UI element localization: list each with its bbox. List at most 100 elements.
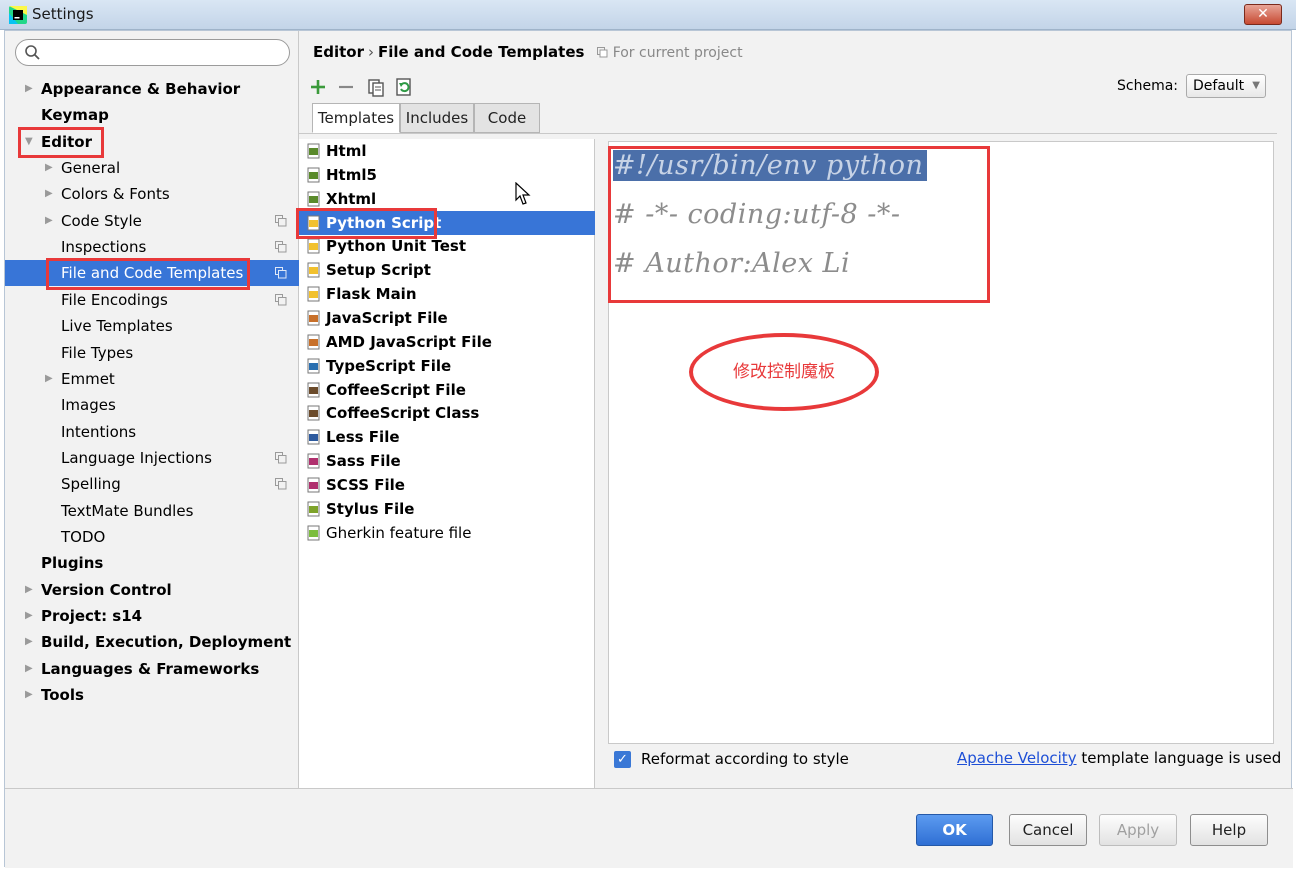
chevron-right-icon[interactable]: ▶ bbox=[25, 682, 33, 708]
tab-includes[interactable]: Includes bbox=[400, 103, 474, 133]
template-item-label: Gherkin feature file bbox=[326, 523, 472, 542]
window-close-button[interactable]: ✕ bbox=[1244, 4, 1282, 25]
sidebar-item-label: File Encodings bbox=[61, 290, 168, 309]
sidebar-item-label: Languages & Frameworks bbox=[41, 659, 260, 678]
velocity-note: Apache Velocity template language is use… bbox=[957, 749, 1281, 767]
sidebar-item-plugins[interactable]: Plugins bbox=[5, 550, 299, 576]
sidebar-item-appearance-behavior[interactable]: ▶ Appearance & Behavior bbox=[5, 76, 299, 102]
sidebar-item-code-style[interactable]: ▶ Code Style bbox=[5, 208, 299, 234]
apply-button[interactable]: Apply bbox=[1099, 814, 1177, 846]
sidebar-item-language-injections[interactable]: Language Injections bbox=[5, 445, 299, 471]
xhtml-icon bbox=[307, 191, 320, 207]
schema-select[interactable]: Default ▼ bbox=[1186, 74, 1266, 98]
help-button[interactable]: Help bbox=[1190, 814, 1268, 846]
copy-template-icon[interactable] bbox=[365, 75, 387, 99]
sidebar-item-languages-frameworks[interactable]: ▶ Languages & Frameworks bbox=[5, 656, 299, 682]
chevron-right-icon[interactable]: ▶ bbox=[25, 656, 33, 682]
reformat-label: Reformat according to style bbox=[641, 750, 849, 768]
chevron-right-icon[interactable]: ▶ bbox=[25, 629, 33, 655]
python-icon bbox=[307, 238, 320, 254]
chevron-right-icon[interactable]: ▶ bbox=[45, 366, 53, 392]
sidebar-item-label: Keymap bbox=[41, 106, 109, 125]
sidebar-item-project-s14[interactable]: ▶ Project: s14 bbox=[5, 603, 299, 629]
annotation-box-editor bbox=[18, 127, 104, 158]
template-item-setup-script[interactable]: Setup Script bbox=[299, 258, 595, 282]
annotation-box-file-templates bbox=[46, 258, 250, 290]
pycharm-icon bbox=[9, 6, 27, 24]
chevron-right-icon[interactable]: ▶ bbox=[25, 603, 33, 629]
template-item-label: SCSS File bbox=[326, 475, 405, 494]
sidebar-item-colors-fonts[interactable]: ▶ Colors & Fonts bbox=[5, 181, 299, 207]
mouse-cursor-icon bbox=[515, 182, 531, 205]
sidebar-item-todo[interactable]: TODO bbox=[5, 524, 299, 550]
template-item-coffeescript-file[interactable]: CoffeeScript File bbox=[299, 378, 595, 402]
reformat-checkbox[interactable]: ✓ bbox=[614, 751, 631, 768]
cancel-button[interactable]: Cancel bbox=[1009, 814, 1087, 846]
sidebar-item-emmet[interactable]: ▶ Emmet bbox=[5, 366, 299, 392]
sidebar-item-images[interactable]: Images bbox=[5, 392, 299, 418]
sidebar-item-tools[interactable]: ▶ Tools bbox=[5, 682, 299, 708]
sidebar-item-inspections[interactable]: Inspections bbox=[5, 234, 299, 260]
chevron-right-icon[interactable]: ▶ bbox=[45, 181, 53, 207]
template-item-javascript-file[interactable]: JavaScript File bbox=[299, 306, 595, 330]
project-scope-icon bbox=[275, 451, 287, 464]
breadcrumb-separator: › bbox=[368, 43, 374, 61]
sidebar-item-label: Appearance & Behavior bbox=[41, 80, 241, 98]
sidebar-item-file-types[interactable]: File Types bbox=[5, 340, 299, 366]
chevron-right-icon[interactable]: ▶ bbox=[25, 577, 33, 603]
template-item-flask-main[interactable]: Flask Main bbox=[299, 282, 595, 306]
template-item-gherkin-feature-file[interactable]: Gherkin feature file bbox=[299, 521, 595, 545]
gherkin-icon bbox=[307, 525, 320, 541]
stylus-icon bbox=[307, 501, 320, 517]
template-item-typescript-file[interactable]: TypeScript File bbox=[299, 354, 595, 378]
template-item-less-file[interactable]: Less File bbox=[299, 425, 595, 449]
scss-icon bbox=[307, 477, 320, 493]
ok-button[interactable]: OK bbox=[916, 814, 993, 846]
sidebar-item-version-control[interactable]: ▶ Version Control bbox=[5, 577, 299, 603]
sidebar-item-spelling[interactable]: Spelling bbox=[5, 471, 299, 497]
sidebar-item-live-templates[interactable]: Live Templates bbox=[5, 313, 299, 339]
chevron-right-icon[interactable]: ▶ bbox=[45, 208, 53, 234]
template-item-amd-javascript-file[interactable]: AMD JavaScript File bbox=[299, 330, 595, 354]
sidebar-item-label: Version Control bbox=[41, 580, 172, 599]
settings-search-input[interactable] bbox=[15, 39, 290, 66]
sidebar-item-general[interactable]: ▶ General bbox=[5, 155, 299, 181]
sidebar-item-label: Emmet bbox=[61, 369, 115, 388]
apache-velocity-link[interactable]: Apache Velocity bbox=[957, 749, 1077, 767]
sidebar-item-file-encodings[interactable]: File Encodings bbox=[5, 287, 299, 313]
remove-template-icon[interactable] bbox=[335, 75, 357, 99]
project-scope-icon bbox=[275, 293, 287, 306]
javascript-icon bbox=[307, 334, 320, 350]
annotation-box-code bbox=[608, 146, 990, 303]
chevron-right-icon[interactable]: ▶ bbox=[45, 155, 53, 181]
template-item-sass-file[interactable]: Sass File bbox=[299, 449, 595, 473]
tab-templates[interactable]: Templates bbox=[312, 103, 400, 133]
reset-template-icon[interactable] bbox=[393, 75, 415, 99]
chevron-right-icon[interactable]: ▶ bbox=[25, 76, 33, 102]
template-item-label: Flask Main bbox=[326, 285, 417, 304]
sidebar-item-label: Language Injections bbox=[61, 448, 212, 467]
sidebar-item-label: Plugins bbox=[41, 554, 104, 573]
breadcrumb: Editor › File and Code Templates For curre… bbox=[313, 43, 743, 61]
template-item-html[interactable]: Html bbox=[299, 139, 595, 163]
sass-icon bbox=[307, 453, 320, 469]
sidebar-item-build-execution-deployment[interactable]: ▶ Build, Execution, Deployment bbox=[5, 629, 299, 655]
html-icon bbox=[307, 143, 320, 159]
breadcrumb-current: File and Code Templates bbox=[378, 43, 585, 61]
template-item-stylus-file[interactable]: Stylus File bbox=[299, 497, 595, 521]
sidebar-item-keymap[interactable]: Keymap bbox=[5, 102, 299, 128]
sidebar-item-label: Images bbox=[61, 396, 116, 415]
template-item-scss-file[interactable]: SCSS File bbox=[299, 473, 595, 497]
template-item-html5[interactable]: Html5 bbox=[299, 163, 595, 187]
sidebar-item-intentions[interactable]: Intentions bbox=[5, 419, 299, 445]
schema-label: Schema: bbox=[1117, 78, 1179, 94]
sidebar-item-textmate-bundles[interactable]: TextMate Bundles bbox=[5, 498, 299, 524]
template-item-label: Sass File bbox=[326, 452, 401, 471]
template-item-coffeescript-class[interactable]: CoffeeScript Class bbox=[299, 401, 595, 425]
add-template-icon[interactable] bbox=[307, 75, 329, 99]
tab-code[interactable]: Code bbox=[474, 103, 540, 133]
javascript-icon bbox=[307, 310, 320, 326]
annotation-ellipse: 修改控制魔板 bbox=[689, 333, 879, 411]
annotation-text: 修改控制魔板 bbox=[733, 362, 835, 382]
velocity-suffix: template language is used bbox=[1076, 749, 1282, 767]
